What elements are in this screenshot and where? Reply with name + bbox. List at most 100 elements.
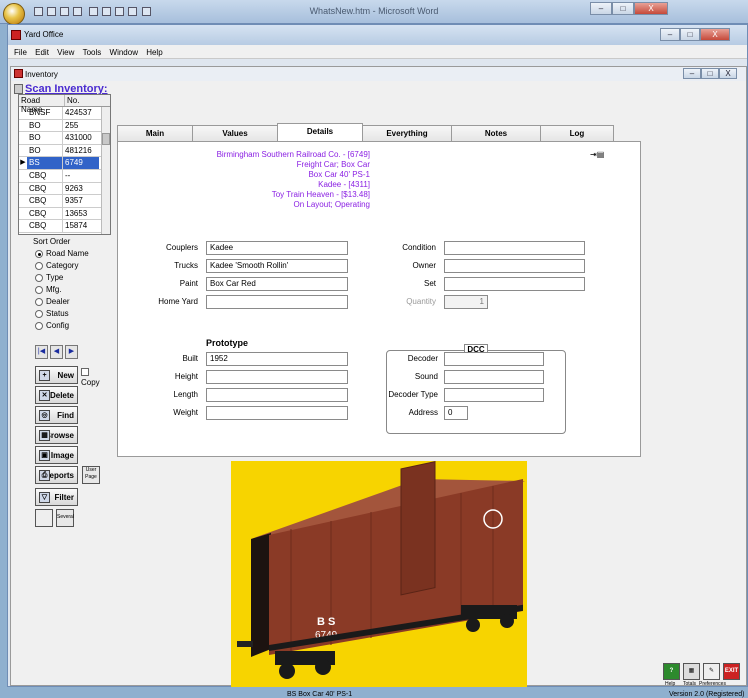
menu-file[interactable]: File	[14, 48, 27, 57]
set-field[interactable]	[444, 277, 585, 291]
table-row[interactable]: BO 431000	[19, 132, 110, 145]
decoder-field[interactable]	[444, 352, 544, 366]
copy-checkbox[interactable]	[81, 368, 89, 376]
road-name-cell: CBQ	[27, 169, 63, 182]
sort-order-label: Sort Order	[33, 237, 71, 246]
delete-button[interactable]: ✕ Delete	[35, 386, 78, 404]
filter-button[interactable]: ▽ Filter	[35, 488, 78, 506]
reports-button[interactable]: ⎙ Reports	[35, 466, 78, 484]
tab-log[interactable]: Log	[540, 125, 614, 142]
word-minimize-button[interactable]: –	[590, 2, 612, 15]
app-maximize-button[interactable]: □	[680, 28, 700, 41]
find-button[interactable]: ◎ Find	[35, 406, 78, 424]
weight-label: Weight	[173, 408, 198, 417]
number-cell: 431000	[65, 133, 92, 143]
road-name-cell: BS	[27, 157, 63, 169]
tab-values[interactable]: Values	[192, 125, 278, 142]
new-button[interactable]: + New	[35, 366, 78, 384]
tab-details[interactable]: Details	[277, 123, 363, 142]
help-label: Help	[665, 681, 676, 687]
inventory-close-button[interactable]: X	[719, 68, 737, 79]
column-header-number[interactable]: No.	[65, 95, 101, 106]
first-record-button[interactable]: |◀	[35, 345, 48, 359]
quantity-field[interactable]: 1	[444, 295, 488, 309]
table-row[interactable]: BO 255	[19, 119, 110, 133]
menu-tools[interactable]: Tools	[83, 48, 102, 57]
height-field[interactable]	[206, 370, 348, 384]
table-row-selected[interactable]: ▶ BS 6749	[19, 157, 110, 170]
exit-button[interactable]: EXIT	[723, 663, 740, 680]
tab-strip: Main Values Details Everything Notes Log	[117, 123, 614, 142]
table-row[interactable]: BNSF 424537	[19, 107, 110, 120]
browse-button[interactable]: ▦ Browse	[35, 426, 78, 444]
sound-field[interactable]	[444, 370, 544, 384]
inventory-maximize-button[interactable]: □	[701, 68, 719, 79]
sort-category-radio[interactable]: Category	[35, 261, 78, 270]
couplers-field[interactable]: Kadee	[206, 241, 348, 255]
number-cell: 13653	[65, 208, 88, 218]
sort-road-name-radio[interactable]: Road Name	[35, 249, 89, 258]
export-icons[interactable]: ⇥▤	[590, 150, 604, 159]
sort-mfg-radio[interactable]: Mfg.	[35, 285, 62, 294]
clear-filter-button[interactable]	[35, 509, 53, 527]
sort-config-radio[interactable]: Config	[35, 321, 69, 330]
weight-field[interactable]	[206, 406, 348, 420]
menu-window[interactable]: Window	[110, 48, 138, 57]
paint-field[interactable]: Box Car Red	[206, 277, 348, 291]
car-info-line: Birmingham Southern Railroad Co. - [6749…	[216, 150, 370, 159]
decoder-type-field[interactable]	[444, 388, 544, 402]
sort-type-radio[interactable]: Type	[35, 273, 63, 282]
table-row[interactable]: BO 481216	[19, 144, 110, 158]
table-row[interactable]: CBQ 9263	[19, 182, 110, 196]
trucks-field[interactable]: Kadee 'Smooth Rollin'	[206, 259, 348, 273]
column-header-road-name[interactable]: Road Name	[19, 95, 65, 114]
next-record-button[interactable]: ▶	[65, 345, 78, 359]
table-row[interactable]: CBQ 9357	[19, 195, 110, 208]
word-close-button[interactable]: X	[634, 2, 668, 15]
inventory-minimize-button[interactable]: –	[683, 68, 701, 79]
tab-notes[interactable]: Notes	[451, 125, 541, 142]
table-icon: ▦	[39, 430, 50, 441]
menu-edit[interactable]: Edit	[35, 48, 49, 57]
totals-button[interactable]: ▦	[683, 663, 700, 680]
built-field[interactable]: 1952	[206, 352, 348, 366]
page-icon[interactable]: ▤	[597, 150, 605, 159]
length-field[interactable]	[206, 388, 348, 402]
app-close-button[interactable]: X	[700, 28, 730, 41]
funnel-icon: ▽	[39, 492, 50, 503]
table-row[interactable]: CBQ --	[19, 169, 110, 183]
forward-icon[interactable]: ⇥	[590, 150, 597, 159]
user-page-button[interactable]: User Page	[82, 466, 100, 484]
tab-everything[interactable]: Everything	[362, 125, 452, 142]
car-photo[interactable]: B S 6749	[231, 461, 527, 687]
help-button[interactable]: ?	[663, 663, 680, 680]
preferences-button[interactable]: ✎	[703, 663, 720, 680]
menu-view[interactable]: View	[57, 48, 74, 57]
address-field[interactable]: 0	[444, 406, 468, 420]
number-cell: --	[65, 170, 71, 180]
home-yard-field[interactable]	[206, 295, 348, 309]
version-label: Version 2.0 (Registered)	[669, 691, 745, 698]
table-row[interactable]: CBQ 15874	[19, 220, 110, 233]
tab-main[interactable]: Main	[117, 125, 193, 142]
app-minimize-button[interactable]: –	[660, 28, 680, 41]
word-maximize-button[interactable]: □	[612, 2, 634, 15]
details-panel: Birmingham Southern Railroad Co. - [6749…	[117, 141, 641, 457]
owner-field[interactable]	[444, 259, 585, 273]
grid-scrollbar[interactable]	[101, 107, 110, 234]
road-name-grid[interactable]: Road Name No. BNSF 424537 BO 255 BO 431000 …	[18, 94, 111, 235]
table-row[interactable]: CBQ 13653	[19, 207, 110, 221]
preferences-icon: ✎	[708, 668, 715, 674]
yard-office-window: Yard Office – □ X File Edit View Tools W…	[7, 24, 748, 698]
previous-record-button[interactable]: ◀	[50, 345, 63, 359]
owner-label: Owner	[412, 261, 436, 270]
image-button[interactable]: ▣ Image	[35, 446, 78, 464]
several-button[interactable]: Several	[56, 509, 74, 527]
set-label: Set	[423, 279, 436, 288]
sort-status-radio[interactable]: Status	[35, 309, 69, 318]
condition-field[interactable]	[444, 241, 585, 255]
new-icon: +	[39, 370, 50, 381]
sort-dealer-radio[interactable]: Dealer	[35, 297, 70, 306]
menu-help[interactable]: Help	[146, 48, 162, 57]
app-title: Yard Office	[24, 30, 64, 39]
